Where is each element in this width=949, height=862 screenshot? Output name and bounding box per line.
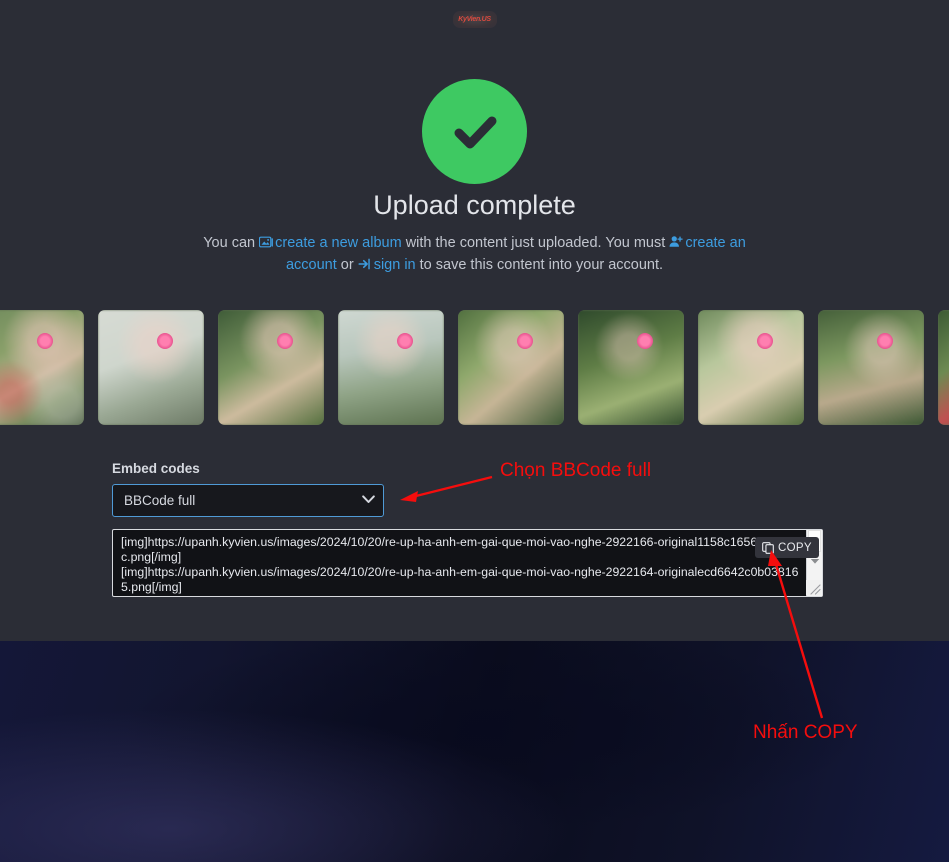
thumbnail-image — [98, 310, 204, 425]
copy-button-label: COPY — [778, 541, 812, 554]
thumbnail-item[interactable] — [938, 310, 949, 425]
thumbnail-image — [458, 310, 564, 425]
embed-codes-label: Embed codes — [112, 461, 200, 476]
uploaded-thumbnails-strip — [0, 310, 949, 425]
annotation-select-hint: Chọn BBCode full — [500, 460, 652, 481]
site-logo-container: KyVien.US — [0, 11, 949, 28]
embed-format-select[interactable]: BBCode full — [112, 484, 384, 517]
thumbnail-image — [0, 310, 84, 425]
thumbnail-image — [818, 310, 924, 425]
thumbnail-item[interactable] — [218, 310, 324, 425]
person-add-icon — [669, 235, 684, 249]
thumbnail-item[interactable] — [698, 310, 804, 425]
upload-result-page: KyVien.US Upload complete You can create… — [0, 0, 949, 641]
thumbnail-item[interactable] — [98, 310, 204, 425]
description-text-2: with the content just uploaded. You must — [401, 235, 670, 251]
upload-description: You can create a new album with the cont… — [0, 232, 949, 276]
thumbnail-image — [698, 310, 804, 425]
site-logo-text: KyVien.US — [458, 15, 491, 24]
screenshot-root: KyVien.US Upload complete You can create… — [0, 0, 949, 862]
thumbnail-item[interactable] — [338, 310, 444, 425]
thumbnail-image — [578, 310, 684, 425]
embed-code-textarea[interactable]: [img]https://upanh.kyvien.us/images/2024… — [112, 529, 823, 597]
description-text-1: You can — [203, 235, 260, 251]
sign-in-icon — [358, 257, 372, 271]
page-title: Upload complete — [373, 190, 576, 220]
description-text-4: to save this content into your account. — [415, 257, 664, 273]
textarea-resize-handle[interactable] — [806, 580, 821, 595]
album-icon — [259, 235, 274, 249]
copy-icon — [762, 541, 774, 554]
thumbnail-item[interactable] — [818, 310, 924, 425]
thumbnail-image — [938, 310, 949, 425]
annotation-copy-hint: Nhấn COPY — [753, 722, 858, 743]
thumbnail-item[interactable] — [0, 310, 84, 425]
check-circle-icon — [422, 79, 527, 184]
upload-status-container — [0, 79, 949, 184]
thumbnail-item[interactable] — [578, 310, 684, 425]
description-text-3: or — [336, 257, 358, 273]
sign-in-link[interactable]: sign in — [374, 257, 416, 273]
thumbnail-image — [338, 310, 444, 425]
embed-textarea-container: [img]https://upanh.kyvien.us/images/2024… — [112, 529, 823, 597]
desktop-wallpaper — [0, 641, 949, 862]
site-logo[interactable]: KyVien.US — [452, 11, 497, 28]
thumbnail-item[interactable] — [458, 310, 564, 425]
thumbnail-image — [218, 310, 324, 425]
copy-button[interactable]: COPY — [755, 537, 819, 558]
create-new-album-link[interactable]: create a new album — [275, 235, 402, 251]
